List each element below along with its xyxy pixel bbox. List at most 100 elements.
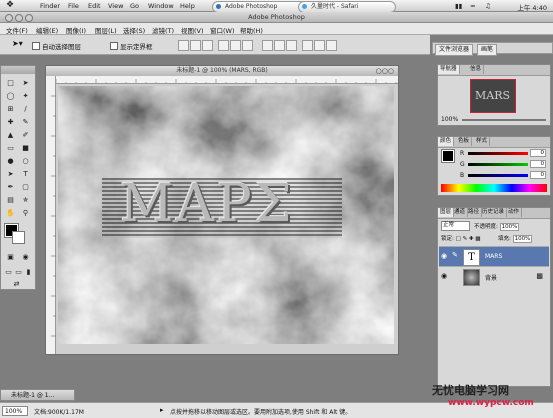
move-tool-preset-icon[interactable]: ➤▾	[12, 39, 23, 48]
hand-tool-icon[interactable]: ✋	[5, 208, 16, 219]
close-window-icon[interactable]	[5, 14, 13, 22]
align-hcenter-button[interactable]	[230, 40, 241, 51]
mac-menu-go[interactable]: Go	[130, 2, 139, 10]
healing-brush-tool-icon[interactable]: ✚	[5, 117, 16, 128]
gradient-tool-icon[interactable]: ■	[20, 143, 31, 154]
eraser-tool-icon[interactable]: ▭	[5, 143, 16, 154]
blur-tool-icon[interactable]: ●	[5, 156, 16, 167]
battery-icon[interactable]: ▮▮	[455, 2, 462, 10]
wifi-icon[interactable]: ≈	[470, 2, 475, 10]
menu-layer[interactable]: 图层(L)	[95, 25, 117, 35]
layer-name[interactable]: 背景	[485, 273, 497, 282]
apple-menu-icon[interactable]: ❖	[6, 0, 14, 10]
distribute-top-button[interactable]	[262, 40, 273, 51]
blend-mode-select[interactable]: 正常	[441, 221, 470, 231]
green-value[interactable]: 0	[530, 160, 546, 168]
tab-navigator[interactable]: 导航器	[438, 65, 460, 74]
screen-mode-full-icon[interactable]: ▮	[23, 267, 34, 278]
navigator-zoom-value[interactable]: 100%	[441, 116, 458, 123]
mac-menu-window[interactable]: Window	[148, 2, 174, 10]
blue-value[interactable]: 0	[530, 171, 546, 179]
mac-menu-view[interactable]: View	[108, 2, 123, 10]
distribute-hcenter-button[interactable]	[314, 40, 325, 51]
type-tool-icon[interactable]: T	[20, 169, 31, 180]
marquee-tool-icon[interactable]: □	[5, 78, 16, 89]
minimize-window-icon[interactable]	[15, 14, 23, 22]
align-left-button[interactable]	[218, 40, 229, 51]
fill-value[interactable]: 100%	[512, 235, 533, 243]
menu-view[interactable]: 视图(V)	[181, 25, 204, 35]
zoom-field[interactable]: 100%	[2, 406, 28, 416]
mac-menu-file[interactable]: File	[68, 2, 79, 10]
lock-pixels-icon[interactable]: ✎	[463, 236, 468, 242]
color-spectrum-ramp[interactable]	[441, 184, 547, 192]
document-size-info[interactable]: 文档:900K/1.17M	[34, 407, 84, 416]
minimized-document[interactable]: 未标题-1 @ 1...	[0, 389, 75, 401]
horizontal-ruler[interactable]	[56, 76, 398, 84]
show-bounds-checkbox[interactable]: 显示定界框	[110, 41, 153, 51]
vertical-ruler[interactable]	[46, 76, 56, 354]
mac-menu-edit[interactable]: Edit	[88, 2, 101, 10]
tab-color[interactable]: 颜色	[438, 137, 455, 146]
tab-brushes[interactable]: 画笔	[477, 44, 498, 56]
lock-transparency-icon[interactable]: □	[456, 236, 461, 242]
lock-position-icon[interactable]: ✚	[469, 236, 474, 242]
menu-edit[interactable]: 编辑(E)	[36, 25, 58, 35]
tab-styles[interactable]: 样式	[474, 137, 491, 146]
layer-row-mars[interactable]: ◉ ✎ T MARS	[439, 246, 549, 266]
volume-icon[interactable]: ♫	[485, 2, 491, 10]
lasso-tool-icon[interactable]: ◯	[5, 91, 16, 102]
align-vcenter-button[interactable]	[190, 40, 201, 51]
mars-text-layer[interactable]: ΜΑΡΣ	[120, 174, 295, 234]
jump-to-imageready-icon[interactable]: ⇄	[11, 279, 22, 290]
distribute-vcenter-button[interactable]	[274, 40, 285, 51]
shape-tool-icon[interactable]: ▢	[20, 182, 31, 193]
background-color-swatch[interactable]	[12, 231, 25, 244]
layer-name[interactable]: MARS	[485, 253, 502, 260]
align-bottom-button[interactable]	[202, 40, 213, 51]
zoom-tool-icon[interactable]: ⚲	[20, 208, 31, 219]
navigator-zoom-slider[interactable]	[462, 119, 546, 121]
layer-row-background[interactable]: ◉ 背景 ▩	[439, 266, 549, 286]
red-slider[interactable]	[468, 152, 528, 155]
history-brush-tool-icon[interactable]: ✐	[20, 130, 31, 141]
quickmask-mode-icon[interactable]: ◉	[20, 252, 31, 263]
menu-window[interactable]: 窗口(W)	[210, 25, 235, 35]
lock-all-icon[interactable]: ▩	[475, 236, 480, 242]
status-arrow-icon[interactable]: ▸	[160, 406, 164, 414]
pen-tool-icon[interactable]: ✒	[5, 182, 16, 193]
tab-info[interactable]: 信息	[468, 65, 485, 74]
standard-mode-icon[interactable]: ▣	[5, 252, 16, 263]
tab-swatches[interactable]: 色板	[456, 137, 473, 146]
align-right-button[interactable]	[242, 40, 253, 51]
eye-icon[interactable]: ◉	[441, 252, 447, 260]
crop-tool-icon[interactable]: ⊞	[5, 104, 16, 115]
tab-file-browser[interactable]: 文件浏览器	[435, 44, 474, 56]
navigator-thumbnail[interactable]: MARS	[470, 79, 516, 113]
mac-menu-finder[interactable]: Finder	[40, 2, 60, 10]
magic-wand-tool-icon[interactable]: ✦	[20, 91, 31, 102]
distribute-right-button[interactable]	[326, 40, 337, 51]
slice-tool-icon[interactable]: ∕	[20, 104, 31, 115]
path-selection-tool-icon[interactable]: ➤	[5, 169, 16, 180]
menu-filter[interactable]: 滤镜(T)	[152, 25, 174, 35]
brush-tool-icon[interactable]: ✎	[20, 117, 31, 128]
menu-file[interactable]: 文件(F)	[6, 25, 28, 35]
menu-image[interactable]: 图像(I)	[66, 25, 86, 35]
menu-help[interactable]: 帮助(H)	[240, 25, 263, 35]
toolbox-header[interactable]	[1, 66, 35, 74]
image-canvas[interactable]: ΜΑΡΣ	[58, 86, 394, 344]
brush-link-icon[interactable]: ✎	[452, 251, 458, 259]
clone-stamp-tool-icon[interactable]: ▲	[5, 130, 16, 141]
clock[interactable]: 上午 4:40	[517, 2, 547, 12]
red-value[interactable]: 0	[530, 149, 546, 157]
distribute-left-button[interactable]	[302, 40, 313, 51]
eyedropper-tool-icon[interactable]: ✯	[20, 195, 31, 206]
tab-history[interactable]: 历史记录	[480, 208, 508, 217]
notes-tool-icon[interactable]: ▤	[5, 195, 16, 206]
document-window-controls-icon[interactable]: ○○○	[376, 66, 394, 76]
opacity-value[interactable]: 100%	[499, 223, 520, 231]
align-top-button[interactable]	[178, 40, 189, 51]
distribute-bottom-button[interactable]	[286, 40, 297, 51]
zoom-window-icon[interactable]	[25, 14, 33, 22]
